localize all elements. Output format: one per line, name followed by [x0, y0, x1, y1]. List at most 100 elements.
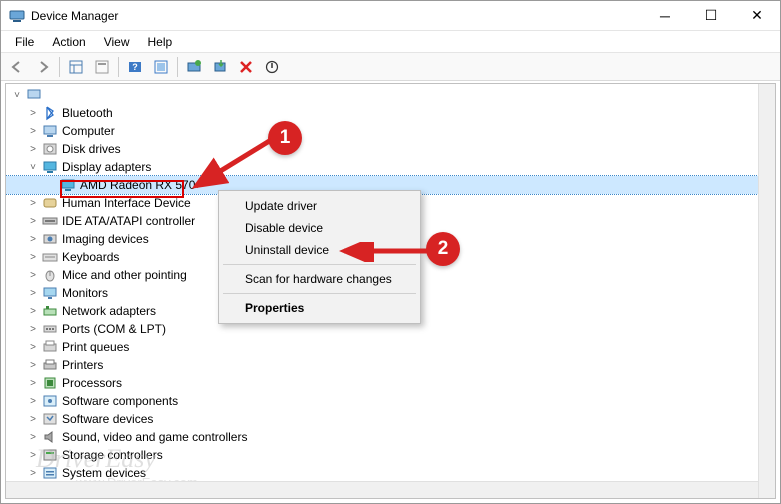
window-title: Device Manager: [31, 9, 642, 23]
expand-icon[interactable]: >: [26, 468, 40, 479]
category-label: Software devices: [62, 412, 153, 426]
category-disk-drives[interactable]: >Disk drives: [6, 140, 758, 158]
disable-button[interactable]: [260, 56, 284, 78]
display-icon: [60, 177, 76, 193]
category-label: Software components: [62, 394, 178, 408]
disk-icon: [42, 141, 58, 157]
ide-icon: [42, 213, 58, 229]
ctx-scan-hardware[interactable]: Scan for hardware changes: [221, 268, 418, 290]
expand-icon[interactable]: >: [26, 270, 40, 281]
update-driver-button[interactable]: [182, 56, 206, 78]
expand-icon[interactable]: >: [26, 288, 40, 299]
menu-view[interactable]: View: [96, 33, 138, 51]
category-label: Computer: [62, 124, 115, 138]
expand-icon[interactable]: ˅: [26, 162, 40, 173]
expand-icon[interactable]: >: [26, 432, 40, 443]
uninstall-button[interactable]: [234, 56, 258, 78]
category-label: Imaging devices: [62, 232, 149, 246]
expand-icon[interactable]: >: [26, 360, 40, 371]
hid-icon: [42, 195, 58, 211]
expand-icon[interactable]: >: [26, 396, 40, 407]
root-node[interactable]: ˅: [6, 86, 758, 104]
computer-icon: [42, 123, 58, 139]
minimize-button[interactable]: ─: [642, 1, 688, 30]
expand-icon[interactable]: >: [26, 234, 40, 245]
monitor-icon: [42, 285, 58, 301]
category-label: Print queues: [62, 340, 129, 354]
category-computer[interactable]: > Computer: [6, 122, 758, 140]
category-label: Printers: [62, 358, 103, 372]
category-label: Bluetooth: [62, 106, 113, 120]
show-hide-tree-button[interactable]: [64, 56, 88, 78]
category-processors[interactable]: > Processors: [6, 374, 758, 392]
close-button[interactable]: ✕: [734, 1, 780, 30]
horizontal-scrollbar[interactable]: [6, 481, 758, 498]
expand-icon[interactable]: >: [26, 378, 40, 389]
toolbar-separator: [177, 57, 178, 77]
category-sound-video-and-game-controllers[interactable]: > Sound, video and game controllers: [6, 428, 758, 446]
softd-icon: [42, 411, 58, 427]
category-label: Sound, video and game controllers: [62, 430, 247, 444]
action-button[interactable]: [149, 56, 173, 78]
category-label: Network adapters: [62, 304, 156, 318]
expand-icon[interactable]: >: [26, 126, 40, 137]
expand-icon[interactable]: >: [26, 324, 40, 335]
ctx-uninstall-device[interactable]: Uninstall device: [221, 239, 418, 261]
category-printers[interactable]: > Printers: [6, 356, 758, 374]
maximize-button[interactable]: ☐: [688, 1, 734, 30]
expand-icon[interactable]: >: [26, 108, 40, 119]
vertical-scrollbar[interactable]: [758, 84, 775, 498]
printq-icon: [42, 339, 58, 355]
category-display-adapters[interactable]: ˅Display adapters: [6, 158, 758, 176]
collapse-icon[interactable]: ˅: [10, 90, 24, 101]
category-software-devices[interactable]: > Software devices: [6, 410, 758, 428]
expand-icon[interactable]: >: [26, 414, 40, 425]
network-icon: [42, 303, 58, 319]
ctx-properties[interactable]: Properties: [221, 297, 418, 319]
category-bluetooth[interactable]: > Bluetooth: [6, 104, 758, 122]
menu-file[interactable]: File: [7, 33, 42, 51]
expand-icon[interactable]: >: [26, 450, 40, 461]
cpu-icon: [42, 375, 58, 391]
expand-icon[interactable]: >: [26, 198, 40, 209]
expand-icon[interactable]: >: [26, 306, 40, 317]
ctx-disable-device[interactable]: Disable device: [221, 217, 418, 239]
imaging-icon: [42, 231, 58, 247]
category-software-components[interactable]: > Software components: [6, 392, 758, 410]
expand-icon[interactable]: >: [26, 252, 40, 263]
softc-icon: [42, 393, 58, 409]
category-label: Processors: [62, 376, 122, 390]
category-label: Mice and other pointing: [62, 268, 187, 282]
help-button[interactable]: ?: [123, 56, 147, 78]
expand-icon[interactable]: >: [26, 342, 40, 353]
category-label: Storage controllers: [62, 448, 163, 462]
toolbar: ?: [1, 53, 780, 81]
ctx-separator: [223, 293, 416, 294]
category-print-queues[interactable]: > Print queues: [6, 338, 758, 356]
toolbar-separator: [118, 57, 119, 77]
category-label: Keyboards: [62, 250, 119, 264]
ctx-update-driver[interactable]: Update driver: [221, 195, 418, 217]
printer-icon: [42, 357, 58, 373]
keyboard-icon: [42, 249, 58, 265]
back-button[interactable]: [5, 56, 29, 78]
category-system-devices[interactable]: > System devices: [6, 464, 758, 481]
properties-button[interactable]: [90, 56, 114, 78]
menubar: File Action View Help: [1, 31, 780, 53]
category-label: System devices: [62, 466, 146, 480]
mouse-icon: [42, 267, 58, 283]
menu-help[interactable]: Help: [140, 33, 181, 51]
storage-icon: [42, 447, 58, 463]
category-label: IDE ATA/ATAPI controller: [62, 214, 195, 228]
expand-icon[interactable]: >: [26, 216, 40, 227]
window-controls: ─ ☐ ✕: [642, 1, 780, 30]
system-icon: [42, 465, 58, 481]
forward-button[interactable]: [31, 56, 55, 78]
context-menu: Update driver Disable device Uninstall d…: [218, 190, 421, 324]
expand-icon[interactable]: >: [26, 144, 40, 155]
scan-hardware-button[interactable]: [208, 56, 232, 78]
category-label: Ports (COM & LPT): [62, 322, 166, 336]
menu-action[interactable]: Action: [44, 33, 93, 51]
app-icon: [9, 8, 25, 24]
category-storage-controllers[interactable]: > Storage controllers: [6, 446, 758, 464]
